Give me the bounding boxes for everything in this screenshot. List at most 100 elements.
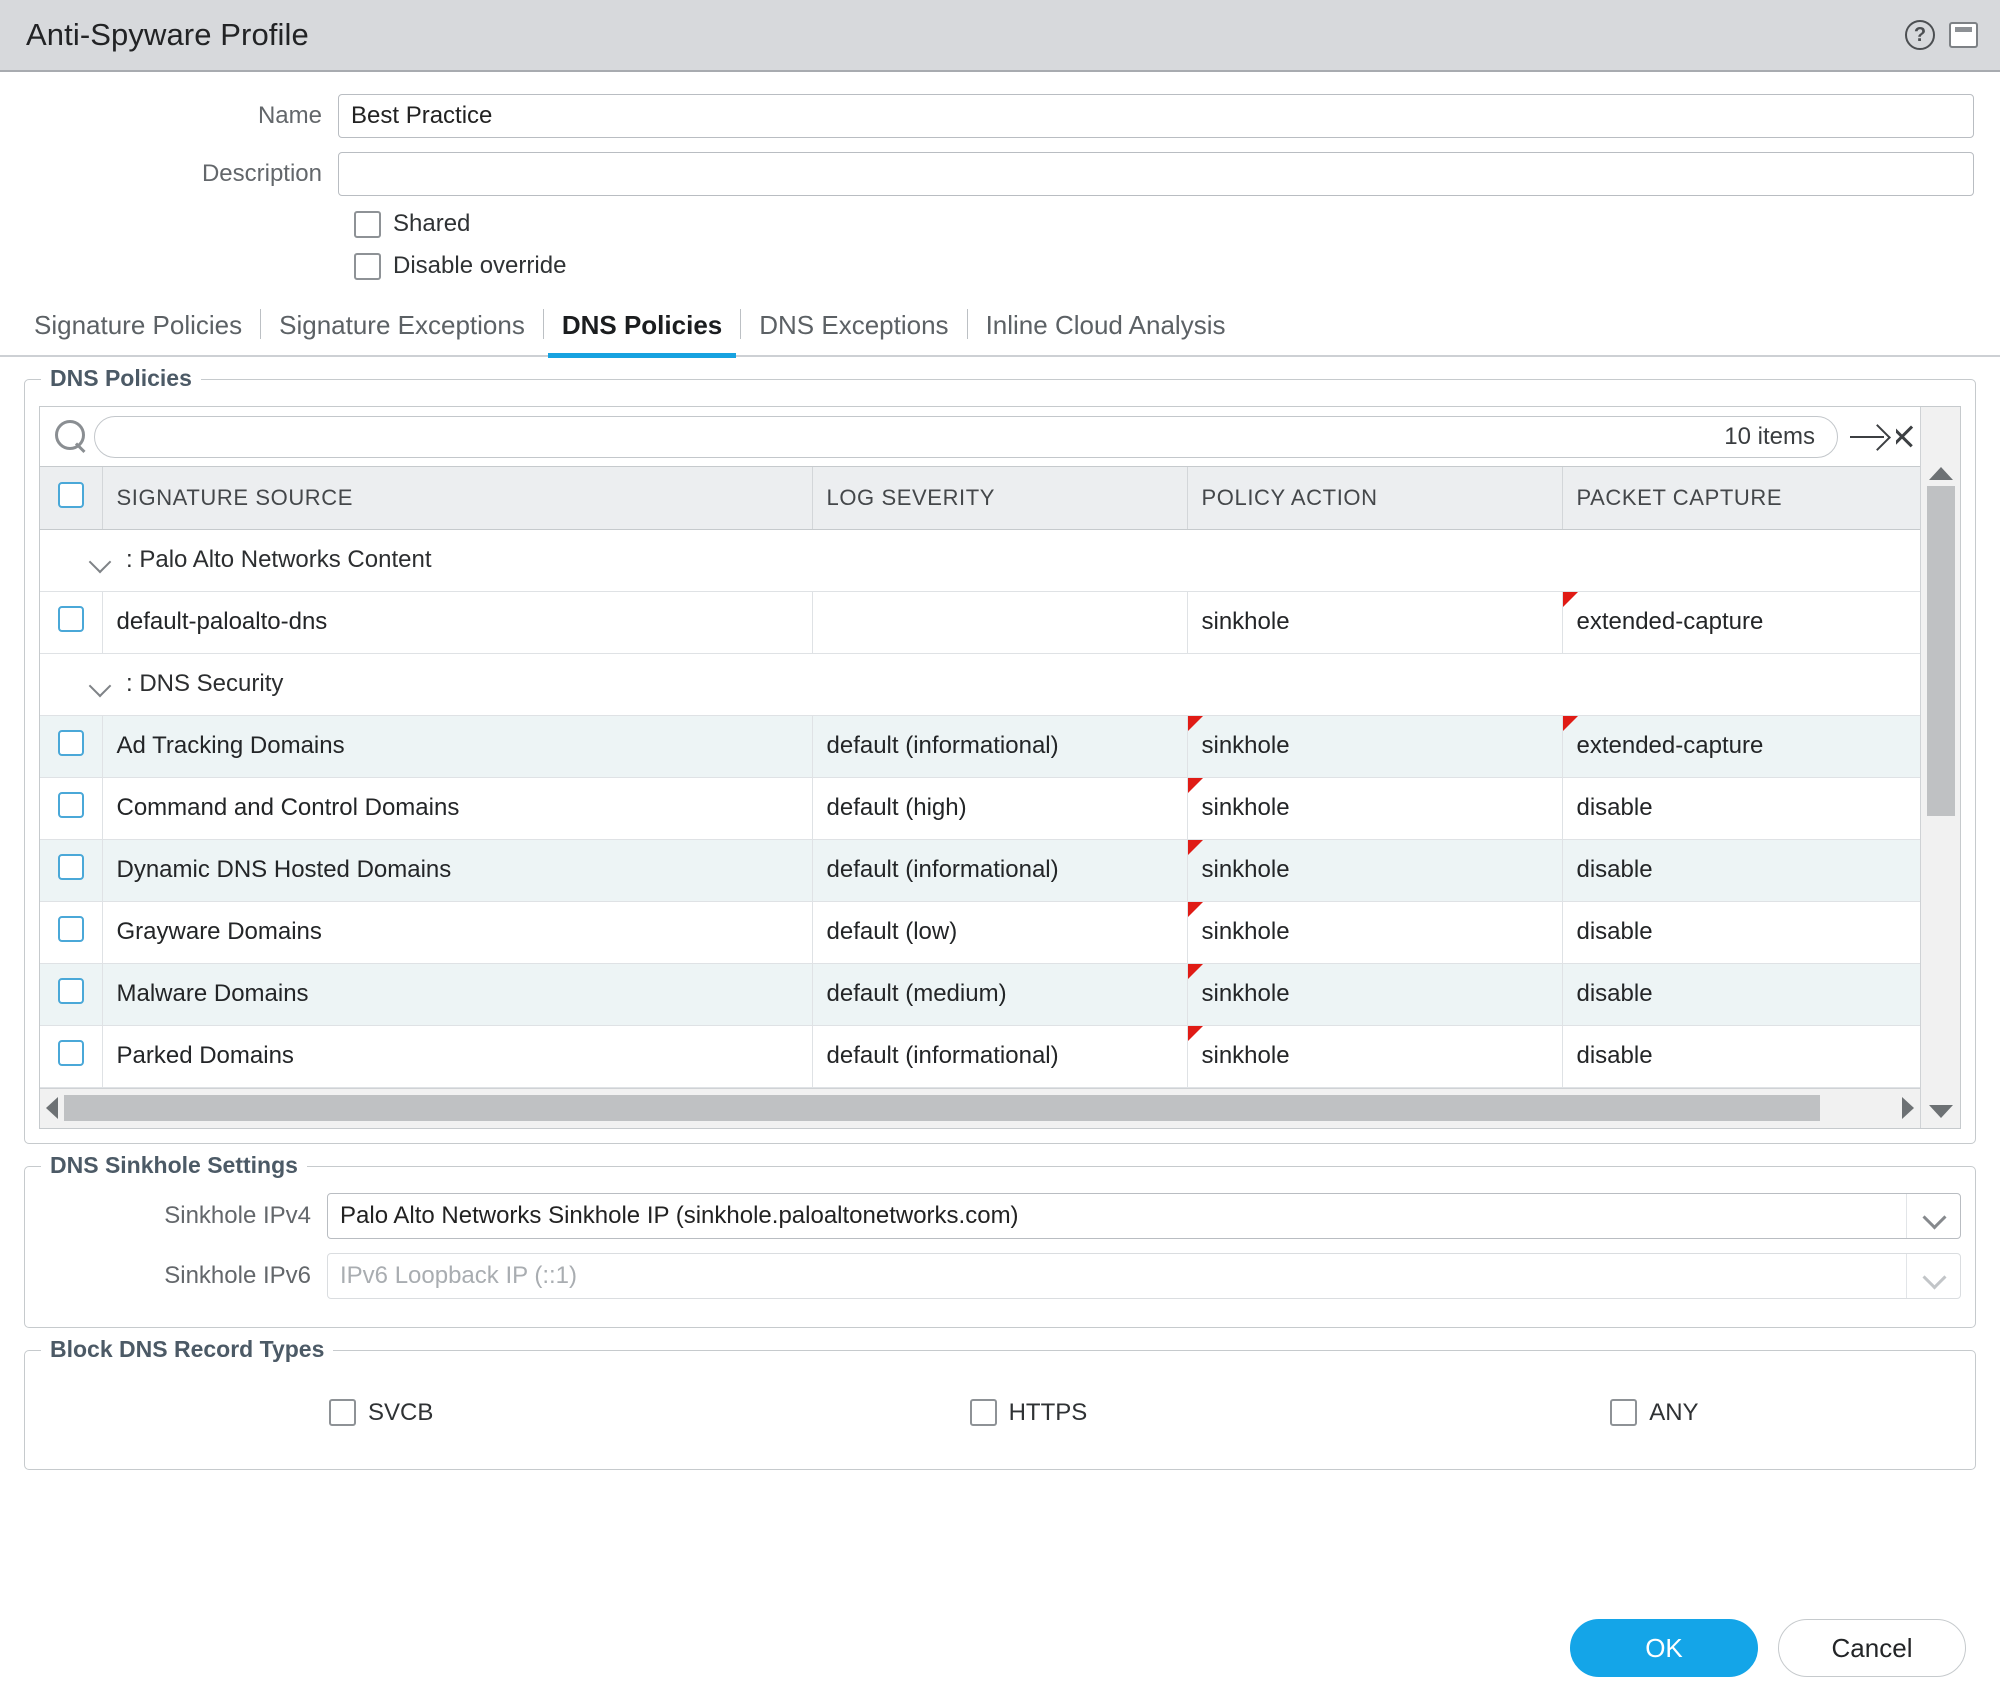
search-input[interactable] <box>117 422 1714 451</box>
table-row[interactable]: Ad Tracking Domains default (information… <box>40 715 1920 777</box>
table-row[interactable]: default-paloalto-dns sinkhole extended-c… <box>40 591 1920 653</box>
ok-button[interactable]: OK <box>1570 1619 1758 1677</box>
dns-sinkhole-settings-legend: DNS Sinkhole Settings <box>41 1152 307 1179</box>
any-checkbox[interactable] <box>1610 1399 1637 1426</box>
row-select-cell <box>40 1025 102 1087</box>
row-select-cell <box>40 901 102 963</box>
help-circle-icon[interactable]: ? <box>1905 20 1935 50</box>
row-checkbox[interactable] <box>58 792 84 818</box>
table-row[interactable]: Malware Domains default (medium) sinkhol… <box>40 963 1920 1025</box>
cell-log-severity[interactable]: default (informational) <box>812 1025 1187 1087</box>
cell-signature-source: Grayware Domains <box>102 901 812 963</box>
tab-signature-exceptions[interactable]: Signature Exceptions <box>261 306 543 355</box>
scroll-right-arrow-icon[interactable] <box>1902 1097 1914 1119</box>
cell-packet-capture[interactable]: extended-capture <box>1562 591 1920 653</box>
column-header-policy-action[interactable]: POLICY ACTION <box>1187 467 1562 529</box>
tab-signature-policies[interactable]: Signature Policies <box>26 306 260 355</box>
titlebar-icon-group: ? <box>1905 20 1978 50</box>
window-restore-icon[interactable] <box>1949 22 1978 48</box>
cell-log-severity[interactable] <box>812 591 1187 653</box>
cell-packet-capture[interactable]: disable <box>1562 777 1920 839</box>
tab-inline-cloud-analysis[interactable]: Inline Cloud Analysis <box>968 306 1244 355</box>
cell-log-severity[interactable]: default (medium) <box>812 963 1187 1025</box>
row-checkbox[interactable] <box>58 730 84 756</box>
cell-policy-action[interactable]: sinkhole <box>1187 963 1562 1025</box>
column-header-signature-source[interactable]: SIGNATURE SOURCE <box>102 467 812 529</box>
modified-flag-icon <box>1563 716 1578 731</box>
row-checkbox[interactable] <box>58 916 84 942</box>
scroll-up-arrow-icon[interactable] <box>1929 467 1953 480</box>
row-checkbox[interactable] <box>58 978 84 1004</box>
record-type-any[interactable]: ANY <box>1320 1399 1961 1427</box>
dialog-footer: OK Cancel <box>1570 1619 1966 1677</box>
chevron-down-icon[interactable] <box>90 678 112 691</box>
cell-log-severity[interactable]: default (informational) <box>812 715 1187 777</box>
cell-policy-action[interactable]: sinkhole <box>1187 1025 1562 1087</box>
cell-policy-action-text: sinkhole <box>1202 980 1290 1007</box>
scroll-down-arrow-icon[interactable] <box>1929 1105 1953 1118</box>
sinkhole-ipv4-select[interactable]: Palo Alto Networks Sinkhole IP (sinkhole… <box>327 1193 1961 1239</box>
row-checkbox[interactable] <box>58 606 84 632</box>
column-header-log-severity[interactable]: LOG SEVERITY <box>812 467 1187 529</box>
cell-packet-capture-text: disable <box>1577 794 1653 821</box>
sinkhole-ipv6-value: IPv6 Loopback IP (::1) <box>328 1262 1906 1290</box>
row-checkbox[interactable] <box>58 1040 84 1066</box>
dns-policies-group: DNS Policies 10 items <box>24 379 1976 1144</box>
tab-dns-policies[interactable]: DNS Policies <box>544 306 740 355</box>
cancel-button[interactable]: Cancel <box>1778 1619 1966 1677</box>
table-row[interactable]: Dynamic DNS Hosted Domains default (info… <box>40 839 1920 901</box>
cell-policy-action-text: sinkhole <box>1202 732 1290 759</box>
cell-log-severity[interactable]: default (informational) <box>812 839 1187 901</box>
name-input[interactable] <box>338 94 1974 138</box>
table-group-row[interactable]: : DNS Security <box>40 653 1920 715</box>
cell-policy-action[interactable]: sinkhole <box>1187 591 1562 653</box>
chevron-down-icon[interactable] <box>90 554 112 567</box>
sinkhole-ipv6-dropdown-button[interactable] <box>1906 1254 1960 1298</box>
modified-flag-icon <box>1188 964 1203 979</box>
sinkhole-ipv6-row: Sinkhole IPv6 IPv6 Loopback IP (::1) <box>39 1253 1961 1299</box>
dns-policies-table-main: 10 items SIG <box>40 407 1920 1128</box>
record-type-svcb[interactable]: SVCB <box>39 1399 680 1427</box>
record-type-https[interactable]: HTTPS <box>680 1399 1321 1427</box>
clear-filter-close-icon[interactable] <box>1896 420 1914 454</box>
cell-packet-capture[interactable]: extended-capture <box>1562 715 1920 777</box>
cell-packet-capture[interactable]: disable <box>1562 839 1920 901</box>
table-group-row[interactable]: : Palo Alto Networks Content <box>40 529 1920 591</box>
table-row[interactable]: Command and Control Domains default (hig… <box>40 777 1920 839</box>
table-horizontal-scrollbar[interactable] <box>40 1088 1920 1128</box>
search-pill[interactable]: 10 items <box>94 416 1838 458</box>
table-vertical-scrollbar[interactable] <box>1920 407 1960 1128</box>
svcb-checkbox[interactable] <box>329 1399 356 1426</box>
description-input[interactable] <box>338 152 1974 196</box>
cell-policy-action[interactable]: sinkhole <box>1187 901 1562 963</box>
sinkhole-ipv6-select[interactable]: IPv6 Loopback IP (::1) <box>327 1253 1961 1299</box>
cell-packet-capture[interactable]: disable <box>1562 901 1920 963</box>
cell-log-severity[interactable]: default (low) <box>812 901 1187 963</box>
https-checkbox[interactable] <box>970 1399 997 1426</box>
apply-filter-arrow-icon[interactable] <box>1848 420 1892 454</box>
cell-packet-capture[interactable]: disable <box>1562 1025 1920 1087</box>
disable-override-checkbox[interactable] <box>354 253 381 280</box>
shared-checkbox[interactable] <box>354 211 381 238</box>
cell-policy-action[interactable]: sinkhole <box>1187 839 1562 901</box>
cell-policy-action[interactable]: sinkhole <box>1187 715 1562 777</box>
table-row[interactable]: Grayware Domains default (low) sinkhole … <box>40 901 1920 963</box>
select-all-header <box>40 467 102 529</box>
dns-sinkhole-settings-group: DNS Sinkhole Settings Sinkhole IPv4 Palo… <box>24 1166 1976 1328</box>
modified-flag-icon <box>1188 778 1203 793</box>
row-checkbox[interactable] <box>58 854 84 880</box>
table-row[interactable]: Parked Domains default (informational) s… <box>40 1025 1920 1087</box>
row-select-cell <box>40 839 102 901</box>
group-row-label: : Palo Alto Networks Content <box>126 546 431 574</box>
cell-policy-action[interactable]: sinkhole <box>1187 777 1562 839</box>
select-all-checkbox[interactable] <box>58 482 84 508</box>
cell-log-severity[interactable]: default (high) <box>812 777 1187 839</box>
dns-policies-table: SIGNATURE SOURCE LOG SEVERITY POLICY ACT… <box>40 467 1920 1088</box>
column-header-packet-capture[interactable]: PACKET CAPTURE <box>1562 467 1920 529</box>
tab-dns-exceptions[interactable]: DNS Exceptions <box>741 306 966 355</box>
vertical-scroll-thumb[interactable] <box>1927 486 1955 816</box>
horizontal-scroll-thumb[interactable] <box>64 1095 1820 1121</box>
sinkhole-ipv4-dropdown-button[interactable] <box>1906 1194 1960 1238</box>
cell-packet-capture[interactable]: disable <box>1562 963 1920 1025</box>
scroll-left-arrow-icon[interactable] <box>46 1097 58 1119</box>
